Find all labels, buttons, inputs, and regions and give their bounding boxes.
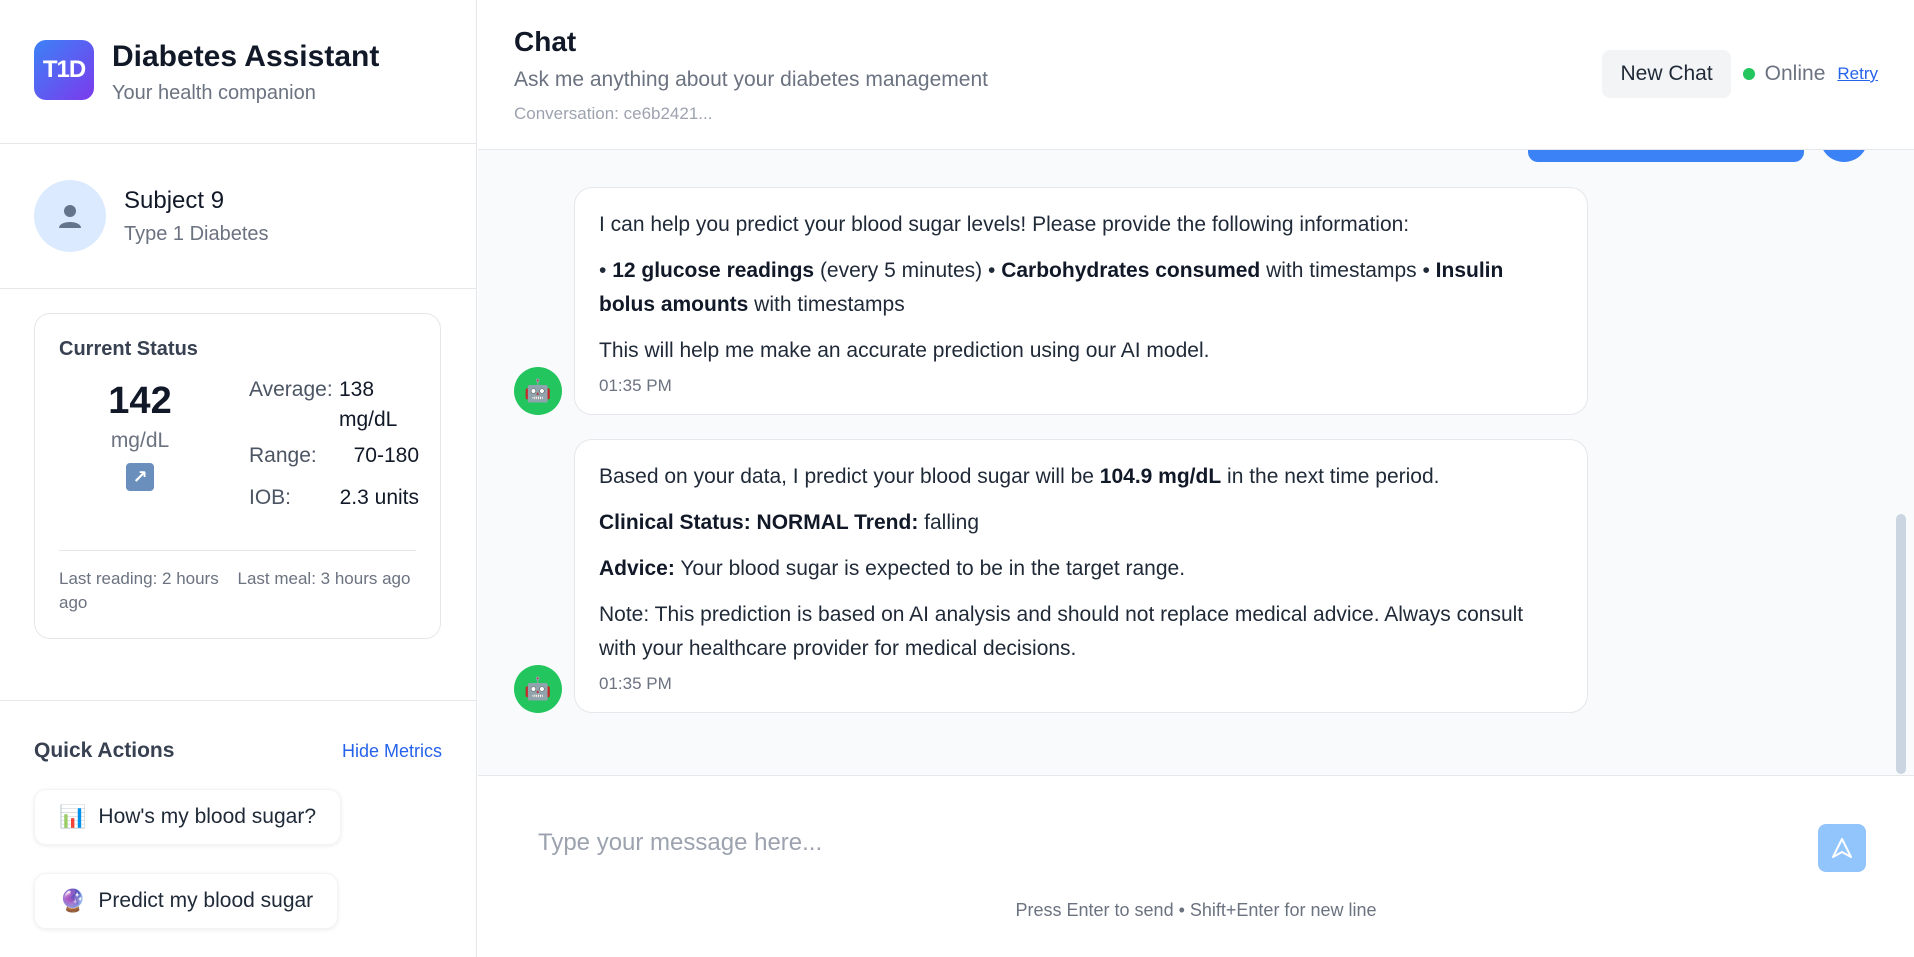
message-bubble: I can help you predict your blood sugar … [574,187,1588,415]
range-value: 70-180 [353,444,419,467]
connection-status: Online [1764,62,1826,85]
status-title: Current Status [59,338,198,360]
user-profile: Subject 9 Type 1 Diabetes [0,144,476,289]
profile-name: Subject 9 [124,186,225,214]
message-text: I can help you predict your blood sugar … [599,213,1410,236]
app-logo: T1D [34,40,94,100]
chart-icon: 📊 [59,804,87,829]
last-reading: Last reading: 2 hours ago [59,569,219,612]
crystal-ball-icon: 🔮 [59,888,87,913]
message-text: Note: This prediction is based on AI ana… [599,603,1524,660]
quick-action-blood-sugar[interactable]: 📊 How's my blood sugar? [34,789,342,845]
chat-header: Chat Ask me anything about your diabetes… [478,0,1914,150]
average-value: 138 mg/dL [339,378,398,431]
current-glucose: 142 mg/dL ↗ [59,375,221,491]
chat-panel: Chat Ask me anything about your diabetes… [478,0,1914,957]
message-text: This will help me make an accurate predi… [599,339,1210,362]
range-label: Range: [249,444,317,467]
message-text: Clinical Status: NORMAL Trend: falling [599,511,980,534]
online-status-dot [1742,68,1755,80]
message-text: • 12 glucose readings (every 5 minutes) … [599,259,1504,316]
scrollbar[interactable] [1896,514,1906,774]
message-input[interactable] [538,818,1778,868]
profile-type: Type 1 Diabetes [124,222,269,245]
arrow-up-right-icon: ↗ [126,463,154,491]
sidebar: T1D Diabetes Assistant Your health compa… [0,0,477,957]
person-icon [34,180,106,252]
iob-label: IOB: [249,486,292,509]
quick-action-label: Predict my blood sugar [98,889,314,912]
robot-icon: 🤖 [514,367,562,415]
quick-actions: Quick Actions Hide Metrics 📊 How's my bl… [0,700,476,929]
composer-hint: Press Enter to send • Shift+Enter for ne… [1015,900,1377,920]
status-footer: Last reading: 2 hours ago Last meal: 3 h… [59,550,416,615]
bot-message: 🤖 I can help you predict your blood suga… [514,187,1588,415]
average-label: Average: [249,378,333,401]
user-avatar [1820,150,1868,162]
message-text: Advice: Your blood sugar is expected to … [599,557,1186,580]
quick-action-label: How's my blood sugar? [98,805,317,828]
message-text: Based on your data, I predict your blood… [599,465,1440,488]
quick-actions-title: Quick Actions [34,739,175,762]
last-meal: Last meal: 3 hours ago [237,569,411,588]
message-list[interactable]: 🤖 I can help you predict your blood suga… [478,150,1914,775]
quick-action-predict[interactable]: 🔮 Predict my blood sugar [34,873,339,929]
message-composer: Press Enter to send • Shift+Enter for ne… [478,775,1914,957]
new-chat-button[interactable]: New Chat [1602,50,1731,98]
iob-value: 2.3 units [339,486,419,509]
app-title: Diabetes Assistant [112,40,380,73]
retry-link[interactable]: Retry [1837,64,1878,84]
hide-metrics-link[interactable]: Hide Metrics [342,741,442,762]
app-subtitle: Your health companion [112,82,316,104]
send-icon[interactable] [1818,824,1866,872]
bot-message: 🤖 Based on your data, I predict your blo… [514,439,1588,713]
message-timestamp: 01:35 PM [599,674,672,693]
robot-icon: 🤖 [514,665,562,713]
conversation-id: Conversation: ce6b2421... [514,104,713,123]
glucose-metrics: Average: 138 mg/dL Range: 70-180 IOB: 2.… [249,375,419,525]
user-message-bubble [1528,150,1804,162]
brand-header: T1D Diabetes Assistant Your health compa… [0,0,476,144]
message-timestamp: 01:35 PM [599,376,672,395]
current-status-card: Current Status 142 mg/dL ↗ Average: 138 … [34,313,441,639]
message-bubble: Based on your data, I predict your blood… [574,439,1588,713]
glucose-value: 142 [108,380,172,422]
glucose-unit: mg/dL [110,429,170,452]
